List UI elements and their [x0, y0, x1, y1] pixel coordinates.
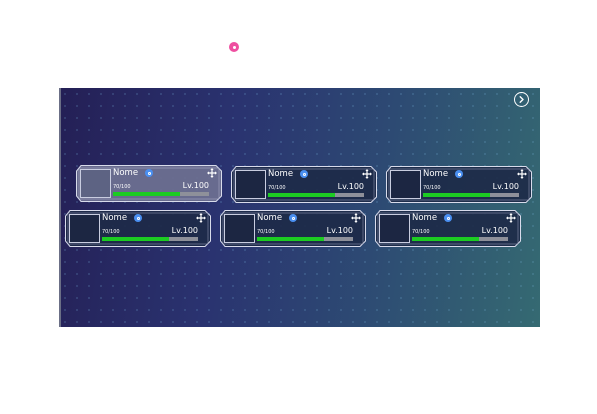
move-icon[interactable] [517, 169, 527, 179]
hp-bar [257, 237, 353, 241]
move-icon[interactable] [207, 168, 217, 178]
level-text: Lv.100 [182, 181, 209, 190]
level-text: Lv.100 [337, 182, 364, 191]
hp-bar-fill [423, 193, 491, 197]
hp-text: 70/100 [257, 229, 275, 235]
monster-portrait [69, 214, 100, 243]
monster-portrait [80, 169, 111, 198]
hp-text: 70/100 [102, 229, 120, 235]
level-text: Lv.100 [171, 226, 198, 235]
party-slot-2[interactable]: Nome 70/100 Lv.100 [231, 166, 377, 203]
party-slot-1[interactable]: Nome 70/100 Lv.100 [76, 165, 222, 202]
left-edge-strip [59, 88, 61, 327]
hp-text: 70/100 [412, 229, 430, 235]
monster-portrait [390, 170, 421, 199]
male-icon [289, 214, 297, 222]
party-slot-4[interactable]: Nome 70/100 Lv.100 [65, 210, 211, 247]
pin-icon [229, 42, 239, 52]
move-icon[interactable] [506, 213, 516, 223]
hp-bar [102, 237, 198, 241]
hp-bar-fill [113, 192, 181, 196]
monster-portrait [379, 214, 410, 243]
level-text: Lv.100 [326, 226, 353, 235]
monster-name: Nome [268, 169, 294, 179]
game-screen: Nome 70/100 Lv.100 Nome 70/100 Lv.100 No… [59, 88, 540, 327]
party-slot-3[interactable]: Nome 70/100 Lv.100 [386, 166, 532, 203]
hp-bar-fill [257, 237, 325, 241]
hp-bar-fill [412, 237, 480, 241]
party-slot-5[interactable]: Nome 70/100 Lv.100 [220, 210, 366, 247]
page: Nome 70/100 Lv.100 Nome 70/100 Lv.100 No… [0, 0, 597, 414]
monster-name: Nome [423, 169, 449, 179]
monster-name: Nome [102, 213, 128, 223]
male-icon [455, 170, 463, 178]
hp-bar [423, 193, 519, 197]
monster-name: Nome [257, 213, 283, 223]
monster-name: Nome [113, 168, 139, 178]
hp-bar-fill [268, 193, 336, 197]
hp-bar [268, 193, 364, 197]
move-icon[interactable] [196, 213, 206, 223]
hp-text: 70/100 [268, 185, 286, 191]
male-icon [444, 214, 452, 222]
hp-text: 70/100 [423, 185, 441, 191]
hp-bar [113, 192, 209, 196]
level-text: Lv.100 [492, 182, 519, 191]
party-slot-6[interactable]: Nome 70/100 Lv.100 [375, 210, 521, 247]
move-icon[interactable] [362, 169, 372, 179]
chevron-right-icon [519, 96, 524, 103]
hp-bar-fill [102, 237, 170, 241]
hp-bar [412, 237, 508, 241]
monster-portrait [224, 214, 255, 243]
male-icon [145, 169, 153, 177]
next-button[interactable] [514, 92, 529, 107]
male-icon [134, 214, 142, 222]
monster-portrait [235, 170, 266, 199]
hp-text: 70/100 [113, 184, 131, 190]
monster-name: Nome [412, 213, 438, 223]
level-text: Lv.100 [481, 226, 508, 235]
move-icon[interactable] [351, 213, 361, 223]
male-icon [300, 170, 308, 178]
